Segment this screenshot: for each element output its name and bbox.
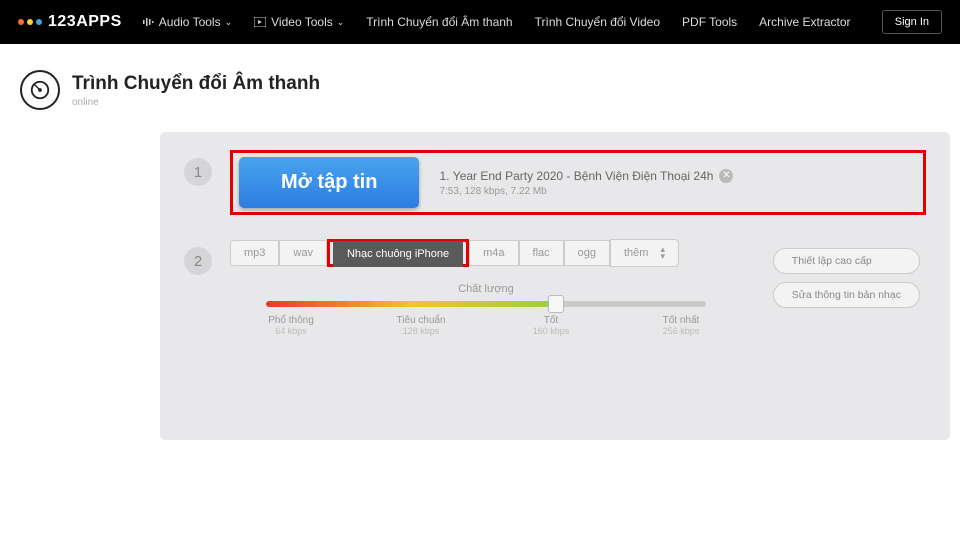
nav-pdf-tools[interactable]: PDF Tools (682, 15, 737, 29)
chevron-down-icon: ⌄ (225, 17, 233, 28)
nav-video-converter[interactable]: Trình Chuyển đổi Video (535, 15, 660, 29)
nav-archive-extractor[interactable]: Archive Extractor (759, 15, 850, 29)
nav-video-tools[interactable]: Video Tools⌄ (254, 15, 344, 29)
format-flac[interactable]: flac (519, 240, 564, 266)
quality-label-best: Tốt nhất256 kbps (646, 315, 716, 336)
format-more-dropdown[interactable]: thêm ▴▾ (610, 239, 679, 267)
top-nav-bar: 123APPS Audio Tools⌄ Video Tools⌄ Trình … (0, 0, 960, 44)
format-iphone-ringtone[interactable]: Nhạc chuông iPhone (333, 241, 463, 267)
file-meta: 7:53, 128 kbps, 7.22 Mb (439, 186, 917, 197)
format-m4a[interactable]: m4a (469, 240, 518, 266)
quality-label-standard: Tiêu chuẩn128 kbps (386, 315, 456, 336)
quality-slider-track[interactable] (266, 301, 706, 307)
quality-label-good: Tốt160 kbps (516, 315, 586, 336)
step-1-row: 1 Mở tập tin 1. Year End Party 2020 - Bệ… (184, 150, 926, 215)
open-file-button[interactable]: Mở tập tin (239, 157, 419, 208)
page-subtitle: online (72, 97, 320, 108)
brand-text: 123APPS (48, 13, 122, 31)
format-wav[interactable]: wav (279, 240, 327, 266)
nav-audio-converter[interactable]: Trình Chuyển đổi Âm thanh (366, 15, 512, 29)
logo-dots (18, 19, 42, 25)
quality-slider-handle[interactable] (548, 295, 564, 313)
nav-audio-tools[interactable]: Audio Tools⌄ (142, 15, 232, 29)
chevron-down-icon: ⌄ (337, 17, 345, 28)
file-info: 1. Year End Party 2020 - Bệnh Viện Điện … (439, 169, 917, 197)
format-ogg[interactable]: ogg (564, 240, 610, 266)
file-index: 1. (439, 169, 449, 183)
video-icon (254, 17, 266, 27)
step-number-1: 1 (184, 158, 212, 186)
quality-section: Chất lượng Phổ thông64 kbps Tiêu chuẩn12… (256, 283, 716, 336)
page-header: Trình Chuyển đổi Âm thanh online (20, 70, 960, 110)
quality-label-basic: Phổ thông64 kbps (256, 315, 326, 336)
step-number-2: 2 (184, 247, 212, 275)
updown-icon: ▴▾ (660, 246, 665, 260)
quality-title: Chất lượng (256, 283, 716, 295)
remove-file-icon[interactable]: ✕ (719, 169, 733, 183)
file-name: Year End Party 2020 - Bệnh Viện Điện Tho… (453, 169, 714, 183)
page-title: Trình Chuyển đổi Âm thanh (72, 73, 320, 95)
format-mp3[interactable]: mp3 (230, 240, 279, 266)
sign-in-button[interactable]: Sign In (882, 10, 942, 34)
disc-icon (20, 70, 60, 110)
step-1-highlight: Mở tập tin 1. Year End Party 2020 - Bệnh… (230, 150, 926, 215)
brand-logo[interactable]: 123APPS (18, 13, 122, 31)
edit-track-info-button[interactable]: Sửa thông tin bản nhạc (773, 282, 920, 308)
converter-panel: 1 Mở tập tin 1. Year End Party 2020 - Bệ… (160, 132, 950, 440)
advanced-settings-button[interactable]: Thiết lập cao cấp (773, 248, 920, 274)
audio-icon (142, 16, 154, 28)
